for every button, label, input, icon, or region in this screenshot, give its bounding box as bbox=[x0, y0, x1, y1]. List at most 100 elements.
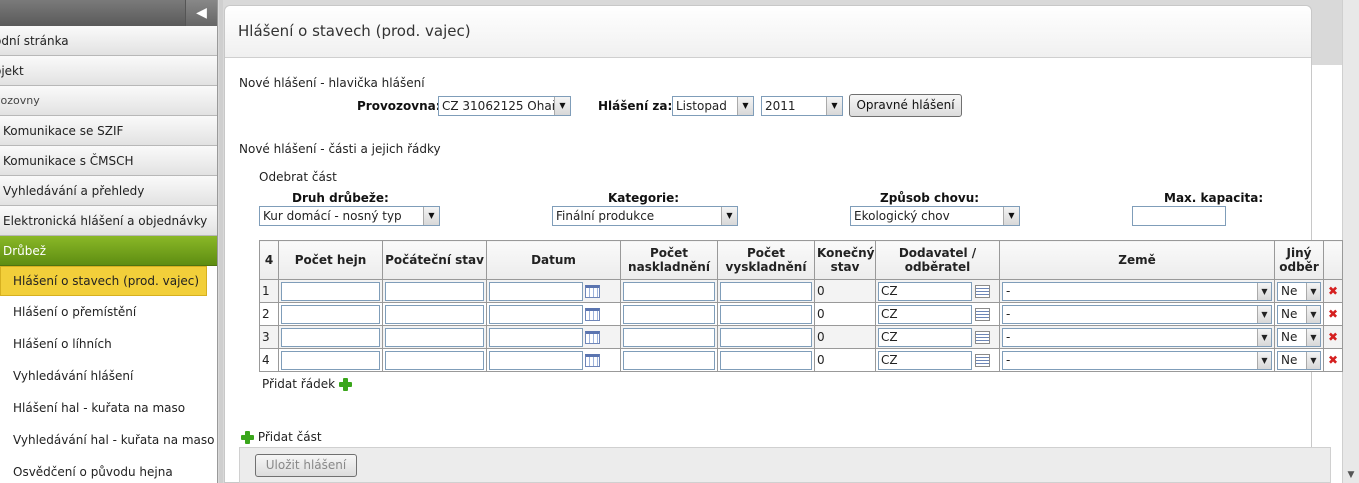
initial-state-input[interactable] bbox=[385, 327, 484, 347]
flock-count-input[interactable] bbox=[281, 281, 380, 301]
date-input[interactable] bbox=[489, 281, 583, 301]
other-purchase-value: Ne bbox=[1281, 352, 1298, 367]
chevron-down-icon: ▼ bbox=[1306, 351, 1320, 369]
delete-row-icon[interactable]: ✖ bbox=[1323, 279, 1343, 303]
table-header-row: 4 Počet hejn Počáteční stav Datum Počet … bbox=[259, 240, 1343, 280]
sidebar-item-poultry[interactable]: Drůbež bbox=[0, 236, 217, 266]
farming-method-select[interactable]: Ekologický chov ▼ bbox=[850, 206, 1020, 226]
delete-row-icon[interactable]: ✖ bbox=[1323, 325, 1343, 349]
flock-count-input[interactable] bbox=[281, 304, 380, 324]
date-input[interactable] bbox=[489, 304, 583, 324]
subnav-item-egg-production-report[interactable]: Hlášení o stavech (prod. vajec) bbox=[0, 266, 207, 296]
list-picker-icon[interactable] bbox=[975, 284, 990, 298]
subnav-item-search-broiler-halls[interactable]: Vyhledávání hal - kuřata na maso bbox=[0, 424, 217, 456]
other-purchase-select[interactable]: Ne ▼ bbox=[1277, 304, 1321, 324]
date-input[interactable] bbox=[489, 327, 583, 347]
chevron-down-icon: ▼ bbox=[423, 207, 439, 225]
stocked-count-input[interactable] bbox=[623, 281, 715, 301]
category-select[interactable]: Finální produkce ▼ bbox=[552, 206, 738, 226]
max-capacity-input[interactable] bbox=[1132, 206, 1226, 226]
max-capacity-label: Max. kapacita: bbox=[1164, 191, 1264, 205]
country-value: - bbox=[1006, 283, 1011, 298]
subnav-item-relocation-report[interactable]: Hlášení o přemístění bbox=[0, 296, 217, 328]
country-select[interactable]: - ▼ bbox=[1002, 327, 1272, 347]
country-select[interactable]: - ▼ bbox=[1002, 304, 1272, 324]
country-select[interactable]: - ▼ bbox=[1002, 281, 1272, 301]
vertical-scrollbar[interactable]: ▼ bbox=[1342, 0, 1359, 483]
subnav-item-flock-origin-certificate[interactable]: Osvědčení o původu hejna bbox=[0, 456, 217, 483]
collapse-sidebar-icon[interactable]: ◀ bbox=[185, 0, 217, 26]
month-select[interactable]: Listopad ▼ bbox=[672, 96, 754, 116]
flock-count-input[interactable] bbox=[281, 327, 380, 347]
sidebar-item-search[interactable]: Vyhledávání a přehledy bbox=[0, 176, 217, 206]
supplier-input[interactable]: CZ bbox=[878, 327, 972, 347]
date-input[interactable] bbox=[489, 350, 583, 370]
date-cell bbox=[486, 325, 621, 349]
flock-count-cell bbox=[278, 302, 383, 326]
calendar-icon[interactable] bbox=[585, 353, 600, 367]
remove-part-link[interactable]: Odebrat část bbox=[259, 170, 337, 184]
actions-header bbox=[1323, 240, 1343, 280]
delete-row-icon[interactable]: ✖ bbox=[1323, 302, 1343, 326]
header-section-title: Nové hlášení - hlavička hlášení bbox=[239, 76, 425, 90]
country-header: Země bbox=[999, 240, 1275, 280]
list-picker-icon[interactable] bbox=[975, 307, 990, 321]
other-purchase-select[interactable]: Ne ▼ bbox=[1277, 350, 1321, 370]
stocked-count-input[interactable] bbox=[623, 350, 715, 370]
farming-method-value: Ekologický chov bbox=[854, 209, 950, 223]
supplier-input[interactable]: CZ bbox=[878, 304, 972, 324]
sidebar-item-facilities[interactable]: vozovny bbox=[0, 86, 217, 116]
flock-count-input[interactable] bbox=[281, 350, 380, 370]
other-purchase-select[interactable]: Ne ▼ bbox=[1277, 281, 1321, 301]
other-purchase-select[interactable]: Ne ▼ bbox=[1277, 327, 1321, 347]
scroll-down-icon[interactable]: ▼ bbox=[1343, 467, 1359, 483]
removed-count-input[interactable] bbox=[720, 350, 812, 370]
add-row-link[interactable]: Přidat řádek bbox=[262, 377, 352, 391]
supplier-input[interactable]: CZ bbox=[878, 281, 972, 301]
subnav-item-hatchery-report[interactable]: Hlášení o líhních bbox=[0, 328, 217, 360]
final-state-cell: 0 bbox=[814, 325, 876, 349]
parts-section-title: Nové hlášení - části a jejich řádky bbox=[239, 142, 441, 156]
sidebar-item-object[interactable]: ojekt bbox=[0, 56, 217, 86]
supplier-cell: CZ bbox=[875, 302, 1000, 326]
delete-row-icon[interactable]: ✖ bbox=[1323, 348, 1343, 372]
corrective-report-button[interactable]: Opravné hlášení bbox=[849, 94, 962, 117]
chevron-down-icon: ▼ bbox=[1257, 351, 1271, 369]
add-icon[interactable] bbox=[338, 378, 352, 391]
calendar-icon[interactable] bbox=[585, 307, 600, 321]
subnav-item-broiler-halls-report[interactable]: Hlášení hal - kuřata na maso bbox=[0, 392, 217, 424]
other-purchase-cell: Ne ▼ bbox=[1274, 348, 1324, 372]
stocked-count-input[interactable] bbox=[623, 304, 715, 324]
year-select[interactable]: 2011 ▼ bbox=[761, 96, 843, 116]
supplier-input[interactable]: CZ bbox=[878, 350, 972, 370]
sidebar-item-cmsch[interactable]: Komunikace s ČMSCH bbox=[0, 146, 217, 176]
sidebar-item-home[interactable]: odní stránka bbox=[0, 26, 217, 56]
poultry-kind-select[interactable]: Kur domácí - nosný typ ▼ bbox=[259, 206, 440, 226]
initial-state-input[interactable] bbox=[385, 304, 484, 324]
list-picker-icon[interactable] bbox=[975, 353, 990, 367]
stocked-count-input[interactable] bbox=[623, 327, 715, 347]
calendar-icon[interactable] bbox=[585, 330, 600, 344]
facility-select[interactable]: CZ 31062125 Ohař ▼ bbox=[438, 96, 571, 116]
removed-count-input[interactable] bbox=[720, 327, 812, 347]
removed-count-input[interactable] bbox=[720, 304, 812, 324]
removed-count-input[interactable] bbox=[720, 281, 812, 301]
sidebar-gutter bbox=[219, 0, 223, 483]
list-picker-icon[interactable] bbox=[975, 330, 990, 344]
country-value: - bbox=[1006, 306, 1011, 321]
sidebar-item-electronic-reports[interactable]: Elektronická hlášení a objednávky bbox=[0, 206, 217, 236]
initial-state-input[interactable] bbox=[385, 281, 484, 301]
country-select[interactable]: - ▼ bbox=[1002, 350, 1272, 370]
initial-state-input[interactable] bbox=[385, 350, 484, 370]
save-report-button[interactable]: Uložit hlášení bbox=[255, 454, 357, 477]
calendar-icon[interactable] bbox=[585, 284, 600, 298]
other-purchase-cell: Ne ▼ bbox=[1274, 279, 1324, 303]
subnav-item-search-reports[interactable]: Vyhledávání hlášení bbox=[0, 360, 217, 392]
poultry-kind-value: Kur domácí - nosný typ bbox=[263, 209, 402, 223]
chevron-down-icon: ▼ bbox=[721, 207, 737, 225]
add-icon[interactable] bbox=[241, 431, 254, 444]
row-count-header: 4 bbox=[259, 240, 279, 280]
sidebar-item-szif[interactable]: Komunikace se SZIF bbox=[0, 116, 217, 146]
year-select-value: 2011 bbox=[765, 99, 796, 113]
add-part-link[interactable]: Přidat část bbox=[241, 430, 322, 444]
